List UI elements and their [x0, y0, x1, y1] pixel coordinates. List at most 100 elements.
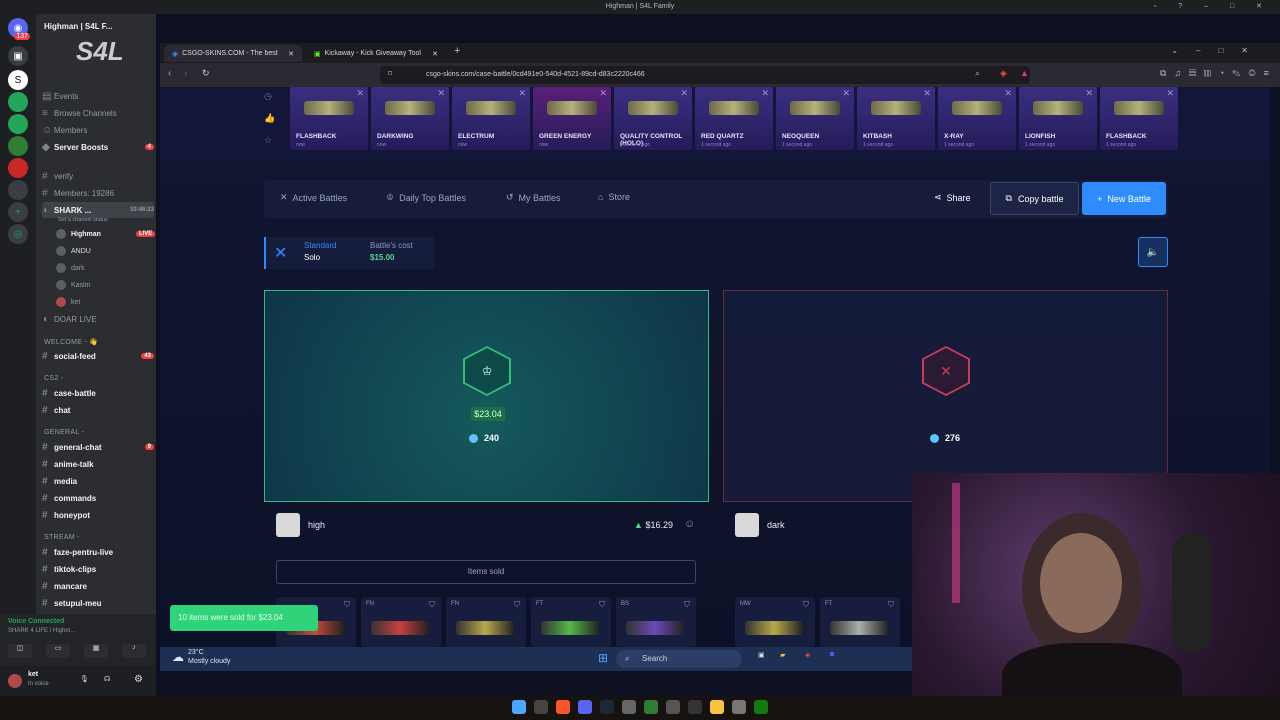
windows-start-icon[interactable]	[512, 700, 526, 714]
steam-icon[interactable]	[600, 700, 614, 714]
close-icon[interactable]: ✕	[356, 88, 364, 99]
server-icon[interactable]: ▣	[8, 46, 28, 66]
brave-rewards-icon[interactable]: ▲	[1020, 68, 1029, 78]
live-drop-card[interactable]: ✕ NEOQUEEN 1 second ago	[776, 87, 854, 150]
brave-icon[interactable]: ◈	[805, 651, 810, 659]
items-sold-button[interactable]: Items sold	[276, 560, 696, 584]
headphones-icon[interactable]: ☊	[104, 675, 110, 683]
url-input[interactable]: csgo-skins.com/case-battle/0cd491e0-540d…	[380, 66, 1030, 84]
channel-social-feed[interactable]: # social-feed 43	[42, 348, 154, 364]
window-controls[interactable]: ▫ ? – □ ✕	[1154, 0, 1272, 14]
tab-csgo-skins[interactable]: ◉ CSGO-SKINS.COM - The best ✕	[164, 45, 302, 62]
soundboard-icon[interactable]: ♪	[122, 644, 146, 658]
player-name[interactable]: dark	[767, 520, 785, 530]
file-explorer-icon[interactable]: ▰	[780, 651, 785, 659]
emoji-icon[interactable]: ☺	[684, 518, 695, 530]
category-welcome[interactable]: WELCOME - 👋	[44, 338, 98, 346]
discord-icon[interactable]: ◙	[830, 651, 834, 658]
voice-user[interactable]: ANDU	[56, 244, 91, 258]
app-icon[interactable]	[732, 700, 746, 714]
voice-user[interactable]: Kasim	[56, 278, 90, 292]
voice-channel-shark[interactable]: ◖ SHARK ... 10:46:23	[42, 202, 154, 218]
channel-general-chat[interactable]: # general-chat 9	[42, 439, 154, 455]
voice-location[interactable]: SHARK 4 LIFE / Highm...	[8, 628, 75, 634]
weather-temp[interactable]: 23°C	[188, 649, 204, 656]
nav-store[interactable]: ⌂ Store	[598, 192, 630, 202]
server-icon[interactable]	[8, 92, 28, 112]
item-slot[interactable]: BS ⛉	[616, 597, 696, 647]
file-explorer-icon[interactable]	[710, 700, 724, 714]
close-icon[interactable]: ✕	[599, 88, 607, 99]
server-icon[interactable]	[8, 158, 28, 178]
close-icon[interactable]: ✕	[437, 88, 445, 99]
brave-shield-icon[interactable]: ◈	[1000, 68, 1007, 79]
live-drop-card[interactable]: ✕ FLASHBACK now	[290, 87, 368, 150]
back-icon[interactable]: ‹	[168, 68, 171, 79]
weather-desc[interactable]: Mostly cloudy	[188, 658, 230, 665]
new-tab-icon[interactable]: +	[454, 45, 460, 57]
live-drop-card[interactable]: ✕ LIONFISH 1 second ago	[1019, 87, 1097, 150]
menu-browse-channels[interactable]: ≡ Browse Channels	[42, 105, 154, 121]
brave-icon[interactable]	[556, 700, 570, 714]
app-icon[interactable]	[688, 700, 702, 714]
channel-chat[interactable]: # chat	[42, 402, 154, 418]
weather-icon[interactable]: ☁	[172, 650, 184, 664]
channel-media[interactable]: # media	[42, 473, 154, 489]
nav-daily-top-battles[interactable]: ♔ Daily Top Battles	[386, 192, 466, 203]
close-icon[interactable]: ✕	[1166, 88, 1174, 99]
app-icon[interactable]	[622, 700, 636, 714]
channel-honeypot[interactable]: # honeypot	[42, 507, 154, 523]
live-drop-card[interactable]: ✕ ELECTRUM now	[452, 87, 530, 150]
task-view-icon[interactable]: ▣	[758, 651, 765, 659]
new-battle-button[interactable]: + New Battle	[1082, 182, 1166, 215]
voice-user[interactable]: ket	[56, 295, 80, 309]
activities-icon[interactable]: ▦	[84, 644, 108, 658]
app-icon[interactable]	[644, 700, 658, 714]
live-drop-card[interactable]: ✕ RED QUARTZ 1 second ago	[695, 87, 773, 150]
category-cs2[interactable]: CS2 -	[44, 375, 63, 382]
live-drop-card[interactable]: ✕ DARKWING now	[371, 87, 449, 150]
voice-connected-label[interactable]: Voice Connected	[8, 618, 64, 625]
avatar[interactable]	[276, 513, 300, 537]
menu-members[interactable]: ☺ Members	[42, 122, 154, 138]
camera-icon[interactable]: ◫	[8, 644, 32, 658]
sold-toast[interactable]: 10 items were sold for $23.04	[170, 605, 318, 631]
close-icon[interactable]: ✕	[518, 88, 526, 99]
live-drop-card[interactable]: ✕ X-RAY 1 second ago	[938, 87, 1016, 150]
close-icon[interactable]: ✕	[680, 88, 688, 99]
menu-server-boosts[interactable]: ◆ Server Boosts 4	[42, 139, 154, 155]
discord-icon[interactable]	[578, 700, 592, 714]
channel-anime-talk[interactable]: # anime-talk	[42, 456, 154, 472]
channel-tiktok[interactable]: # tiktok-clips	[42, 561, 154, 577]
mic-icon[interactable]: 🎙	[80, 675, 89, 683]
close-tab-icon[interactable]: ✕	[432, 50, 438, 58]
star-icon[interactable]: ☆	[264, 135, 272, 146]
close-icon[interactable]: ✕	[923, 88, 931, 99]
history-icon[interactable]: ◷	[264, 91, 272, 102]
item-slot[interactable]: MW ⛉	[735, 597, 815, 647]
thumbs-up-icon[interactable]: 👍	[264, 113, 275, 124]
add-server-icon[interactable]: +	[8, 202, 28, 222]
server-icon[interactable]	[8, 114, 28, 134]
channel-commands[interactable]: # commands	[42, 490, 154, 506]
zoom-icon[interactable]: ⌕	[975, 68, 980, 79]
screen-share-icon[interactable]: ▭	[46, 644, 70, 658]
tab-kickaway[interactable]: ▣ Kickaway - Kick Giveaway Tool ✕	[306, 45, 446, 62]
menu-events[interactable]: ▤ Events	[42, 88, 154, 104]
live-drop-card[interactable]: ✕ FLASHBACK 1 second ago	[1100, 87, 1178, 150]
player-name[interactable]: high	[308, 520, 325, 530]
nav-active-battles[interactable]: ✕ Active Battles	[280, 192, 347, 203]
server-name[interactable]: Highman | S4L F...	[44, 22, 112, 31]
voice-user[interactable]: Highman LIVE	[56, 227, 156, 241]
my-username[interactable]: ket	[28, 671, 38, 678]
reload-icon[interactable]: ↻	[202, 68, 210, 79]
app-icon[interactable]	[666, 700, 680, 714]
voice-channel-doar-live[interactable]: ◖ DOAR LIVE	[42, 311, 154, 327]
category-stream[interactable]: STREAM -	[44, 534, 80, 541]
avatar[interactable]	[8, 674, 22, 688]
browser-window-controls[interactable]: ⌄–□✕	[1171, 46, 1266, 55]
server-icon[interactable]	[8, 136, 28, 156]
share-button[interactable]: ⋖ Share	[934, 192, 971, 203]
close-icon[interactable]: ✕	[761, 88, 769, 99]
xbox-icon[interactable]	[754, 700, 768, 714]
